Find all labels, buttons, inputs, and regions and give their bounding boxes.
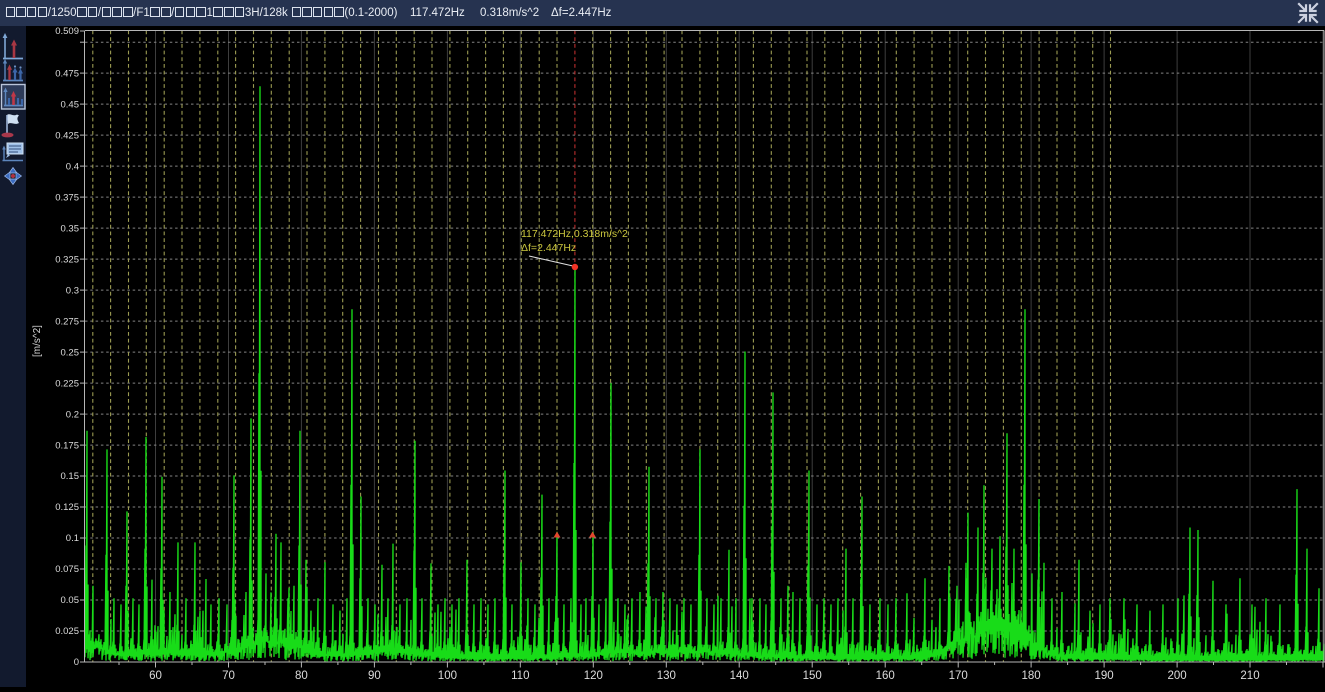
svg-text:0.45: 0.45	[61, 99, 80, 110]
svg-text:0.05: 0.05	[61, 595, 80, 606]
svg-text:190: 190	[1095, 670, 1114, 682]
svg-text:120: 120	[584, 670, 603, 682]
svg-text:0.175: 0.175	[55, 440, 79, 451]
svg-text:100: 100	[438, 670, 457, 682]
svg-text:110: 110	[511, 670, 529, 682]
svg-text:Δf=2.447Hz: Δf=2.447Hz	[521, 242, 576, 254]
svg-text:0.3: 0.3	[66, 285, 79, 296]
svg-text:160: 160	[876, 670, 895, 682]
svg-text:0.425: 0.425	[55, 130, 79, 141]
svg-text:0.325: 0.325	[55, 254, 79, 265]
svg-text:[m/s^2]: [m/s^2]	[32, 325, 43, 357]
svg-text:0.35: 0.35	[61, 223, 80, 234]
svg-text:0.2: 0.2	[66, 409, 79, 420]
svg-text:140: 140	[730, 670, 749, 682]
svg-text:0.4: 0.4	[66, 161, 79, 172]
svg-text:200: 200	[1168, 670, 1187, 682]
svg-text:0.225: 0.225	[55, 378, 79, 389]
svg-text:90: 90	[368, 670, 381, 682]
svg-text:0.509: 0.509	[55, 26, 79, 37]
svg-text:150: 150	[803, 670, 822, 682]
svg-text:60: 60	[149, 670, 162, 682]
svg-text:180: 180	[1022, 670, 1041, 682]
svg-text:70: 70	[222, 670, 235, 682]
svg-text:0.375: 0.375	[55, 192, 79, 203]
svg-text:0.075: 0.075	[55, 564, 79, 575]
svg-text:0.25: 0.25	[61, 347, 80, 358]
svg-text:0: 0	[74, 657, 79, 668]
svg-text:210: 210	[1240, 670, 1259, 682]
svg-text:0.125: 0.125	[55, 502, 79, 513]
svg-text:0.15: 0.15	[61, 471, 80, 482]
svg-text:170: 170	[949, 670, 968, 682]
svg-text:0.475: 0.475	[55, 68, 79, 79]
svg-text:0.025: 0.025	[55, 626, 79, 637]
svg-text:117.472Hz,0.318m/s^2: 117.472Hz,0.318m/s^2	[521, 228, 628, 240]
svg-text:130: 130	[657, 670, 676, 682]
svg-text:80: 80	[295, 670, 308, 682]
svg-text:0.1: 0.1	[66, 533, 79, 544]
svg-text:0.275: 0.275	[55, 316, 79, 327]
